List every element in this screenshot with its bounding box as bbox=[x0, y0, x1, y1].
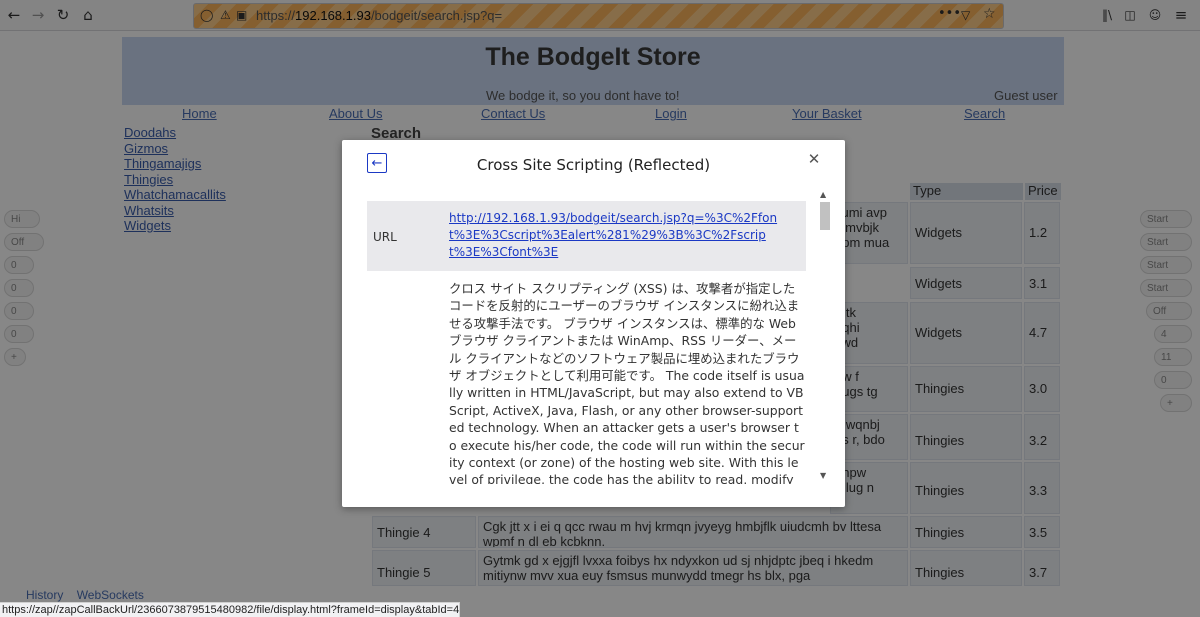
alert-description: クロス サイト スクリプティング (XSS) は、攻撃者が指定したコードを反射的… bbox=[449, 281, 805, 484]
scroll-up-icon[interactable]: ▲ bbox=[820, 190, 826, 199]
close-icon[interactable]: ✕ bbox=[806, 150, 822, 168]
alert-details-dialog: ← Cross Site Scripting (Reflected) ✕ URL… bbox=[342, 140, 845, 507]
status-bar-url: https://zap//zapCallBackUrl/236607387951… bbox=[0, 602, 460, 617]
alert-url-link[interactable]: http://192.168.1.93/bodgeit/search.jsp?q… bbox=[449, 210, 779, 261]
dialog-title: Cross Site Scripting (Reflected) bbox=[476, 156, 711, 174]
alert-details-content[interactable]: URL http://192.168.1.93/bodgeit/search.j… bbox=[367, 189, 832, 484]
scrollbar-thumb[interactable] bbox=[820, 202, 830, 230]
dialog-scrollbar[interactable]: ▲ ▼ bbox=[817, 188, 833, 484]
scroll-down-icon[interactable]: ▼ bbox=[820, 471, 826, 480]
url-row: URL http://192.168.1.93/bodgeit/search.j… bbox=[367, 201, 806, 271]
url-label: URL bbox=[373, 230, 397, 244]
